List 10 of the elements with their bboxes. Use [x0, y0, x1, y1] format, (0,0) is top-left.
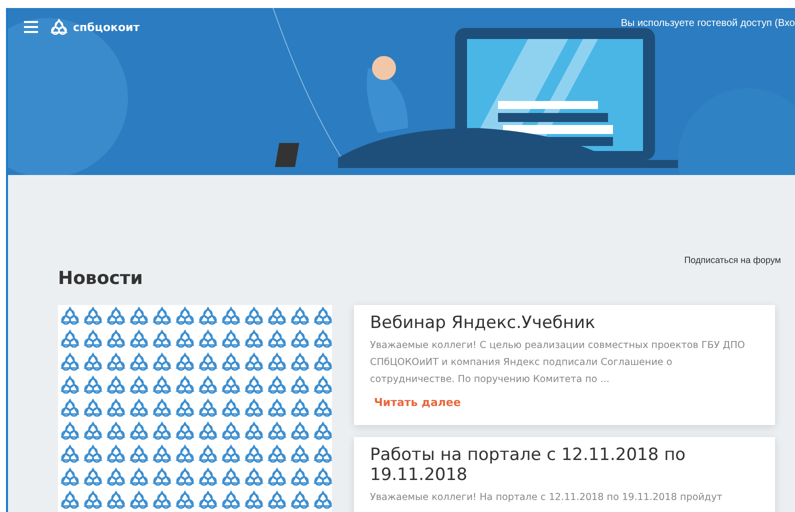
logo-icon[interactable]	[50, 18, 68, 36]
news-excerpt: Уважаемые коллеги! С целью реализации совместных проектов ГБУ ДПО СПбЦОКОиИТ и компания Яндекс подписали Соглашение о сотрудничестве. По поручению Комитета по ...	[370, 339, 746, 387]
news-excerpt: Уважаемые коллеги! На портале с 12.11.2018 по 19.11.2018 пройдут	[370, 491, 724, 505]
news-heading: Новости	[57, 267, 144, 289]
brand-name[interactable]: спбцокоит	[73, 20, 140, 34]
news-title[interactable]: Вебинар Яндекс.Учебник	[370, 313, 759, 333]
subscribe-forum-link[interactable]: Подписаться на форум	[684, 255, 781, 265]
menu-icon[interactable]	[24, 21, 38, 33]
news-title[interactable]: Работы на портале с 12.11.2018 по 19.11.2018	[370, 445, 759, 485]
guest-access-notice: Вы используете гостевой доступ (Вхо	[620, 18, 795, 29]
